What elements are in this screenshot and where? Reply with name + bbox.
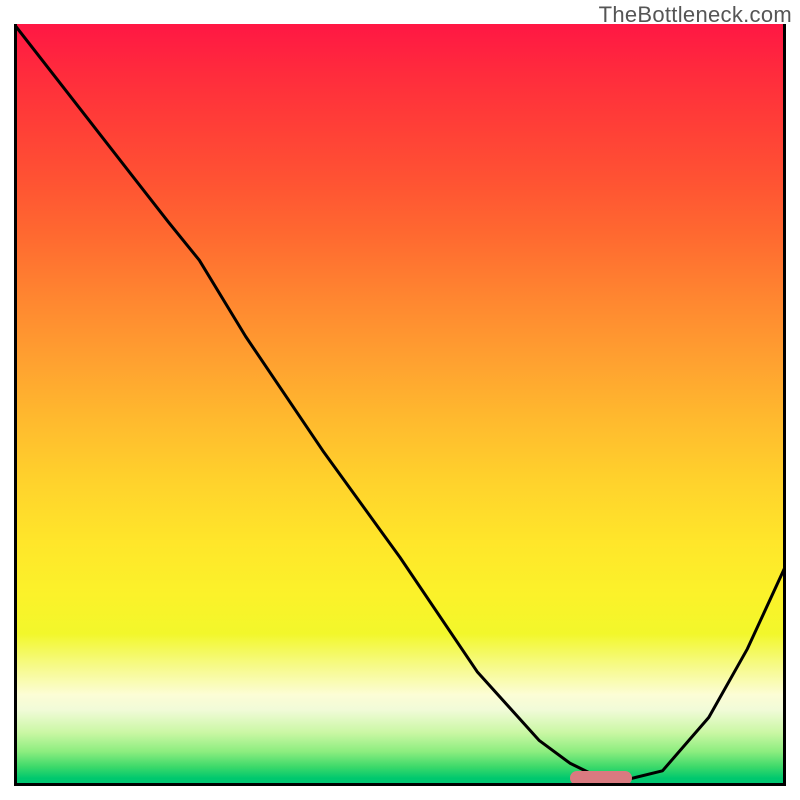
axis-right (783, 24, 786, 786)
axis-bottom (14, 783, 786, 786)
chart-container: TheBottleneck.com (0, 0, 800, 800)
bottleneck-curve (14, 24, 786, 786)
watermark-text: TheBottleneck.com (599, 2, 792, 28)
axis-left (14, 24, 17, 786)
